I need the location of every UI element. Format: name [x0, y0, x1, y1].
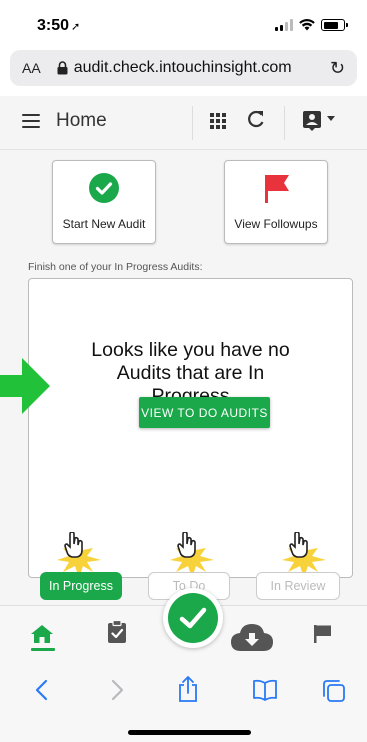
tabs-icon[interactable] [322, 679, 346, 703]
main-content: Start New Audit View Followups Finish on… [0, 150, 367, 605]
battery-icon [321, 19, 348, 31]
refresh-icon[interactable] [246, 108, 266, 130]
lock-icon [57, 61, 68, 75]
check-circle-icon [168, 593, 218, 643]
back-chevron-icon[interactable] [34, 679, 48, 701]
tab-in-progress[interactable]: In Progress [40, 572, 122, 600]
header-divider [192, 106, 193, 140]
view-todo-audits-button[interactable]: VIEW TO DO AUDITS [139, 397, 270, 428]
view-followups-button[interactable]: View Followups [224, 160, 328, 244]
tab-in-review[interactable]: In Review [256, 572, 340, 600]
chevron-down-icon[interactable] [327, 116, 335, 121]
start-new-audit-label: Start New Audit [62, 217, 146, 231]
text-size-button[interactable]: AA [22, 60, 41, 76]
header-divider [284, 106, 285, 140]
location-arrow-icon: ➚ [71, 21, 81, 33]
apps-grid-icon[interactable] [210, 113, 226, 129]
status-bar: 3:50 ➚ [0, 0, 367, 44]
url-text[interactable]: audit.check.intouchinsight.com [74, 59, 330, 77]
page-title: Home [56, 110, 107, 131]
cloud-download-icon[interactable] [230, 622, 274, 652]
url-bar[interactable]: AA audit.check.intouchinsight.com ↻ [10, 50, 357, 86]
view-followups-label: View Followups [234, 217, 318, 231]
flag-icon[interactable] [313, 624, 333, 644]
bookmarks-icon[interactable] [252, 679, 278, 701]
in-progress-prompt: Finish one of your In Progress Audits: [28, 261, 203, 273]
app-header: Home [0, 96, 367, 150]
status-time: 3:50 ➚ [37, 17, 80, 35]
home-active-indicator [31, 648, 55, 651]
home-icon[interactable] [30, 624, 54, 644]
hamburger-menu-icon[interactable] [22, 114, 40, 128]
start-new-audit-button[interactable]: Start New Audit [52, 160, 156, 244]
status-icons [275, 19, 348, 31]
signal-icon [275, 19, 293, 31]
bottom-nav [0, 588, 367, 667]
check-circle-icon [89, 173, 119, 203]
share-icon[interactable] [177, 675, 199, 703]
profile-icon[interactable] [302, 110, 322, 132]
status-time-text: 3:50 [37, 17, 70, 34]
home-indicator [128, 730, 251, 735]
wifi-icon [299, 19, 315, 31]
green-arrow-icon [0, 358, 50, 414]
clipboard-check-icon[interactable] [107, 620, 127, 644]
reload-icon[interactable]: ↻ [330, 58, 345, 79]
complete-audit-button[interactable] [163, 588, 223, 648]
flag-icon [265, 175, 289, 203]
forward-chevron-icon[interactable] [111, 679, 125, 701]
